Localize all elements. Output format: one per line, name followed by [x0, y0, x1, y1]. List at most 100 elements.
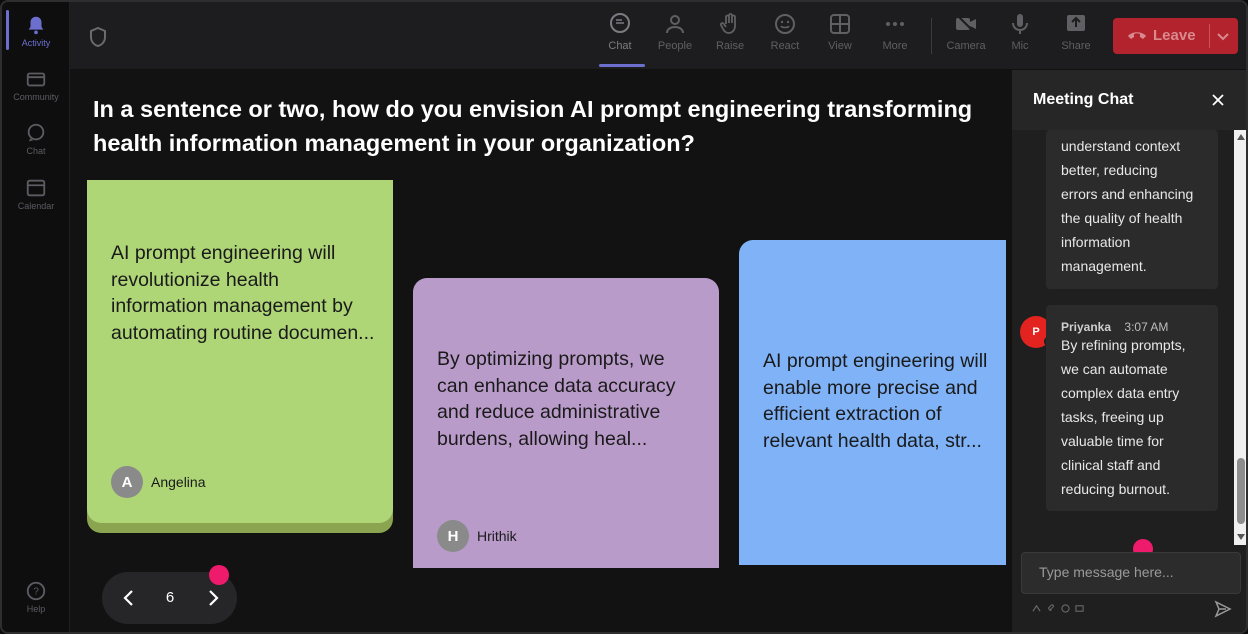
main-stage: In a sentence or two, how do you envisio…	[70, 70, 1012, 632]
toolbar-view-button[interactable]: View	[813, 12, 867, 52]
rail-item-calendar[interactable]: Calendar	[2, 177, 70, 211]
message-author: Priyanka	[1061, 320, 1112, 334]
shield-icon[interactable]	[88, 26, 108, 48]
cursor-indicator	[209, 565, 229, 585]
toolbar-button-label: Mic	[1011, 40, 1029, 52]
card-face: AI prompt engineering will revolutionize…	[87, 180, 393, 523]
chat-message: understand context better, reducing erro…	[1046, 130, 1218, 289]
rail-item-chat[interactable]: Chat	[2, 122, 70, 156]
chevron-right-icon[interactable]	[204, 588, 222, 608]
message-line: By refining prompts,	[1061, 337, 1186, 353]
author-name: Hrithik	[477, 528, 517, 544]
leave-label: Leave	[1153, 27, 1196, 44]
gif-icon[interactable]	[1075, 604, 1084, 613]
hang-up-icon	[1128, 32, 1146, 39]
meeting-toolbar: Chat People Raise React View More Camera	[70, 2, 1246, 70]
hand-icon	[720, 13, 736, 34]
rail-item-community[interactable]: Community	[2, 68, 70, 102]
mic-icon	[1012, 14, 1028, 34]
app-window: Activity Community Chat Calendar ? Help …	[0, 0, 1248, 634]
message-line: complex data entry	[1061, 385, 1180, 401]
toolbar-button-label: Share	[1061, 40, 1091, 52]
message-time: 3:07 AM	[1124, 320, 1169, 334]
response-card[interactable]: AI prompt engineering will revolutionize…	[87, 180, 393, 533]
card-author: H Hrithik	[437, 520, 517, 552]
response-card[interactable]: By optimizing prompts, we can enhance da…	[413, 278, 719, 568]
message-line: reducing burnout.	[1061, 481, 1170, 497]
message-line: management.	[1061, 258, 1147, 274]
question-heading: In a sentence or two, how do you envisio…	[93, 96, 973, 156]
card-text: AI prompt engineering will enable more p…	[763, 350, 988, 452]
rail-item-help[interactable]: ? Help	[2, 580, 70, 614]
bell-icon	[28, 16, 44, 35]
chat-icon	[27, 123, 45, 142]
chat-scrollbar[interactable]	[1234, 130, 1246, 545]
chat-message: Priyanka 3:07 AM By refining prompts, we…	[1046, 305, 1218, 511]
message-line: we can automate	[1061, 361, 1168, 377]
toolbar-share-button[interactable]: Share	[1049, 12, 1103, 52]
chevron-down-icon[interactable]	[1215, 28, 1231, 44]
toolbar-button-label: React	[770, 40, 800, 52]
toolbar-button-label: Chat	[608, 40, 632, 52]
message-body: By refining prompts, we can automate com…	[1061, 333, 1186, 501]
rail-item-label: Help	[26, 604, 46, 614]
close-icon[interactable]	[1210, 92, 1226, 108]
chevron-left-icon[interactable]	[120, 588, 138, 608]
toolbar-divider	[931, 18, 932, 54]
chat-title: Meeting Chat	[1033, 91, 1134, 108]
scroll-thumb[interactable]	[1237, 458, 1245, 524]
toolbar-raise-button[interactable]: Raise	[703, 12, 757, 52]
smiley-icon	[775, 14, 795, 34]
toolbar-button-label: View	[828, 40, 852, 52]
toolbar-mic-button[interactable]: Mic	[993, 12, 1047, 52]
toolbar-more-button[interactable]: More	[868, 12, 922, 52]
message-line: tasks, freeing up	[1061, 409, 1164, 425]
toolbar-camera-button[interactable]: Camera	[939, 12, 993, 52]
community-icon	[26, 72, 46, 87]
attach-icon[interactable]	[1047, 604, 1056, 613]
emoji-icon[interactable]	[1061, 604, 1070, 613]
rail-item-activity[interactable]: Activity	[2, 14, 70, 48]
format-icon[interactable]	[1032, 604, 1041, 613]
help-icon: ?	[26, 581, 46, 601]
camera-off-icon	[956, 14, 976, 34]
leave-button[interactable]: Leave	[1113, 18, 1238, 54]
more-icon	[886, 22, 904, 26]
toolbar-people-button[interactable]: People	[648, 12, 702, 52]
toolbar-chat-button[interactable]: Chat	[593, 12, 647, 52]
send-icon[interactable]	[1214, 600, 1232, 618]
scroll-up-arrow[interactable]	[1237, 134, 1245, 140]
toolbar-button-label: More	[882, 40, 908, 52]
rail-item-label: Activity	[21, 38, 51, 48]
grid-icon	[830, 14, 850, 34]
message-line: understand context	[1061, 138, 1181, 154]
chat-icon	[610, 13, 630, 33]
chat-message-input[interactable]: Type message here...	[1021, 552, 1241, 594]
card-text: By optimizing prompts, we can enhance da…	[437, 348, 676, 450]
message-line: errors and enhancing	[1061, 186, 1194, 202]
chat-header: Meeting Chat	[1012, 70, 1246, 130]
people-icon	[666, 15, 684, 34]
calendar-icon	[26, 179, 46, 197]
message-line: better, reducing	[1061, 162, 1158, 178]
left-rail: Activity Community Chat Calendar ? Help	[2, 2, 70, 632]
page-number: 6	[165, 589, 175, 606]
rail-item-label: Calendar	[17, 201, 55, 211]
card-text: AI prompt engineering will revolutionize…	[111, 242, 375, 344]
author-name: Angelina	[151, 474, 206, 490]
message-line: clinical staff and	[1061, 457, 1161, 473]
toolbar-button-label: Camera	[946, 40, 986, 52]
scroll-down-arrow[interactable]	[1237, 534, 1245, 540]
response-card[interactable]: AI prompt engineering will enable more p…	[739, 240, 1006, 565]
leave-divider	[1209, 24, 1210, 48]
rail-item-label: Community	[13, 92, 59, 102]
chat-active-underline	[599, 64, 645, 67]
message-line: information	[1061, 234, 1131, 250]
toolbar-react-button[interactable]: React	[758, 12, 812, 52]
toolbar-button-label: Raise	[715, 40, 745, 52]
rail-item-label: Chat	[26, 146, 46, 156]
message-line: valuable time for	[1061, 433, 1164, 449]
card-author: A Angelina	[111, 466, 206, 498]
message-line: the quality of health	[1061, 210, 1183, 226]
toolbar-button-label: People	[657, 40, 693, 52]
